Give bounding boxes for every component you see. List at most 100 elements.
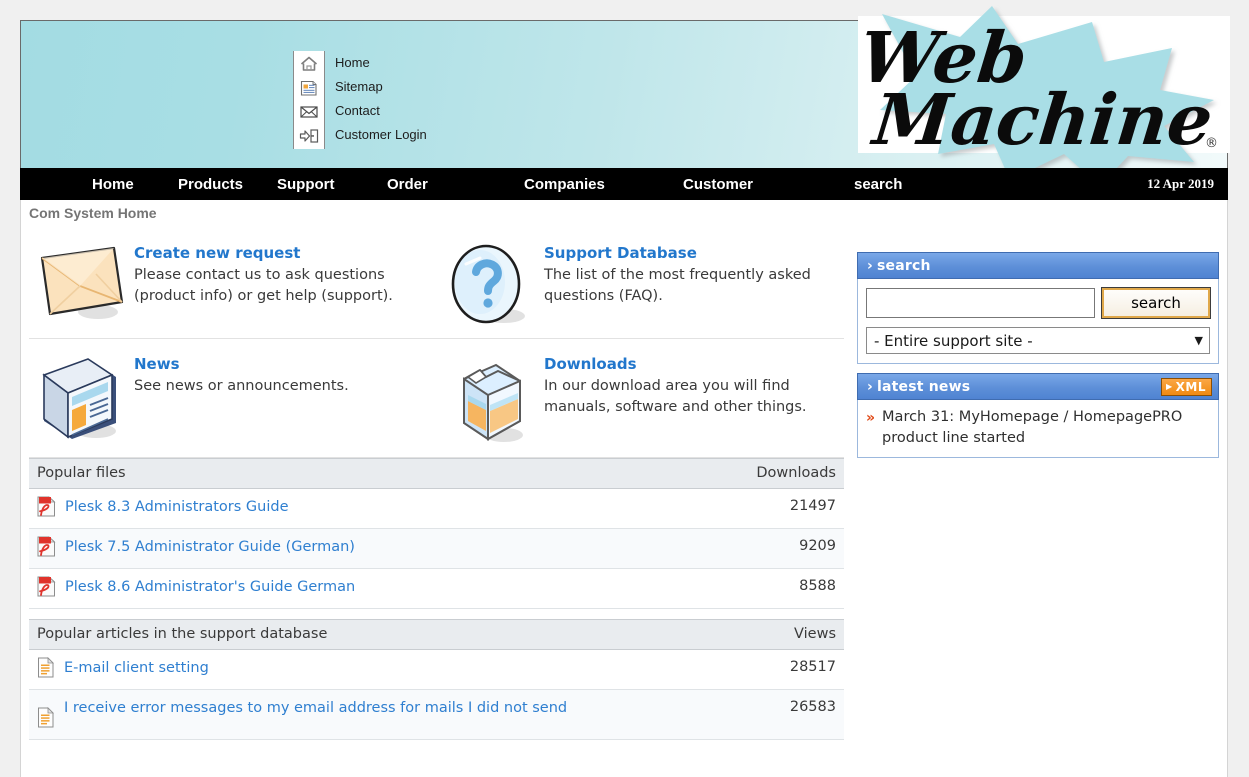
search-button[interactable]: search <box>1101 287 1211 319</box>
main-content-column: Create new request Please contact us to … <box>29 228 844 740</box>
article-link[interactable]: E-mail client setting <box>64 656 209 679</box>
article-link[interactable]: I receive error messages to my email add… <box>64 696 567 719</box>
home-icon[interactable] <box>298 53 320 75</box>
search-panel-title: › search <box>867 257 931 274</box>
package-box-large-icon <box>439 353 544 447</box>
col-popular-files: Popular files <box>29 458 724 489</box>
xml-feed-badge[interactable]: ▶ XML <box>1161 377 1212 396</box>
tile-desc-downloads: In our download area you will find manua… <box>544 378 807 415</box>
article-cell: E-mail client setting <box>29 649 724 690</box>
newspaper-large-icon <box>29 353 134 447</box>
file-link[interactable]: Plesk 7.5 Administrator Guide (German) <box>65 535 355 558</box>
quick-links-block: Home Sitemap Contact Customer Login <box>293 51 427 149</box>
nav-products[interactable]: Products <box>178 176 243 193</box>
svg-text:Web: Web <box>856 16 1031 99</box>
site-logo[interactable]: Web Machine ® <box>842 4 1232 186</box>
feature-tile-row-2: News See news or announcements. Download… <box>29 339 844 458</box>
download-count: 21497 <box>724 488 844 529</box>
page-root: Home Sitemap Contact Customer Login Web … <box>0 0 1249 777</box>
col-views: Views <box>724 619 844 650</box>
chevron-down-icon: ▼ <box>1194 334 1203 347</box>
latest-news-panel: › latest news ▶ XML » March 31: MyHomepag… <box>857 373 1219 458</box>
nav-home[interactable]: Home <box>92 176 134 193</box>
tile-desc-news: See news or announcements. <box>134 378 349 394</box>
current-date: 12 Apr 2019 <box>1147 176 1214 191</box>
envelope-large-icon <box>29 242 134 328</box>
table-row[interactable]: E-mail client setting 28517 <box>29 649 844 690</box>
tile-title-news[interactable]: News <box>134 354 349 374</box>
file-link[interactable]: Plesk 8.3 Administrators Guide <box>65 495 289 518</box>
question-mark-large-icon <box>439 242 544 328</box>
search-panel-body: search - Entire support site - ▼ <box>857 279 1219 364</box>
nav-customer[interactable]: Customer <box>683 176 753 193</box>
file-cell: Plesk 8.3 Administrators Guide <box>29 488 724 529</box>
download-count: 9209 <box>724 528 844 569</box>
pdf-icon <box>37 536 56 561</box>
tile-desc-create-new-request: Please contact us to ask questions (prod… <box>134 267 393 304</box>
pdf-icon <box>37 496 56 521</box>
popular-articles-table: Popular articles in the support database… <box>29 619 844 740</box>
double-chevron-icon: » <box>866 410 876 426</box>
search-scope-select[interactable]: - Entire support site - ▼ <box>866 327 1210 354</box>
nav-order[interactable]: Order <box>387 176 428 193</box>
popular-files-table: Popular files Downloads Plesk 8.3 Admini… <box>29 458 844 609</box>
main-navigation: Home Products Support Order Companies Cu… <box>20 168 1228 200</box>
tile-news[interactable]: News See news or announcements. <box>29 339 439 457</box>
table-header-row: Popular articles in the support database… <box>29 619 844 650</box>
col-downloads: Downloads <box>724 458 844 489</box>
site-header: Home Sitemap Contact Customer Login Web … <box>20 6 1230 186</box>
tile-support-database[interactable]: Support Database The list of the most fr… <box>439 228 844 338</box>
table-row[interactable]: Plesk 8.3 Administrators Guide 21497 <box>29 488 844 529</box>
quick-links-labels: Home Sitemap Contact Customer Login <box>325 51 427 149</box>
tile-title-downloads[interactable]: Downloads <box>544 354 834 374</box>
latest-news-panel-body: » March 31: MyHomepage / HomepagePRO pro… <box>857 400 1219 458</box>
tile-body: News See news or announcements. <box>134 353 349 447</box>
tile-downloads[interactable]: Downloads In our download area you will … <box>439 339 844 457</box>
quick-link-contact[interactable]: Contact <box>335 99 427 123</box>
quick-link-sitemap[interactable]: Sitemap <box>335 75 427 99</box>
latest-news-panel-title: › latest news <box>867 378 971 395</box>
document-icon <box>37 657 55 682</box>
tile-create-new-request[interactable]: Create new request Please contact us to … <box>29 228 439 338</box>
tile-title-support-database[interactable]: Support Database <box>544 243 834 263</box>
table-header-row: Popular files Downloads <box>29 458 844 489</box>
table-row[interactable]: Plesk 8.6 Administrator's Guide German 8… <box>29 568 844 609</box>
tile-body: Downloads In our download area you will … <box>544 353 834 447</box>
quick-link-customer-login[interactable]: Customer Login <box>335 123 427 147</box>
article-cell: I receive error messages to my email add… <box>29 689 724 740</box>
document-icon <box>37 707 55 732</box>
table-row[interactable]: I receive error messages to my email add… <box>29 689 844 740</box>
play-arrow-icon: ▶ <box>1166 381 1173 391</box>
table-row[interactable]: Plesk 7.5 Administrator Guide (German) 9… <box>29 528 844 569</box>
latest-news-panel-header: › latest news ▶ XML <box>857 373 1219 400</box>
xml-label: XML <box>1175 379 1206 394</box>
download-count: 8588 <box>724 568 844 609</box>
file-link[interactable]: Plesk 8.6 Administrator's Guide German <box>65 575 355 598</box>
news-item-text[interactable]: March 31: MyHomepage / HomepagePRO produ… <box>882 407 1210 449</box>
news-item[interactable]: » March 31: MyHomepage / HomepagePRO pro… <box>866 407 1210 449</box>
envelope-icon[interactable] <box>298 101 320 123</box>
tile-title-create-new-request[interactable]: Create new request <box>134 243 424 263</box>
svg-text:Machine: Machine <box>868 78 1217 161</box>
table-gap <box>29 609 844 619</box>
quick-link-home[interactable]: Home <box>335 51 427 75</box>
nav-companies[interactable]: Companies <box>524 176 605 193</box>
login-icon[interactable] <box>298 125 320 147</box>
page-title: Com System Home <box>29 205 157 221</box>
tile-body: Create new request Please contact us to … <box>134 242 424 328</box>
search-panel-header: › search <box>857 252 1219 279</box>
pdf-icon <box>37 576 56 601</box>
quick-links-icon-strip <box>293 51 325 149</box>
page-body: Create new request Please contact us to … <box>20 228 1228 777</box>
sitemap-icon[interactable] <box>298 77 320 99</box>
nav-support[interactable]: Support <box>277 176 335 193</box>
breadcrumb-bar: Com System Home <box>20 200 1228 228</box>
tile-body: Support Database The list of the most fr… <box>544 242 834 328</box>
svg-text:®: ® <box>1205 136 1218 151</box>
sidebar-column: › search search - Entire support site - ▼ <box>857 252 1219 458</box>
chevron-right-icon: › <box>867 378 873 395</box>
view-count: 28517 <box>724 649 844 690</box>
file-cell: Plesk 7.5 Administrator Guide (German) <box>29 528 724 569</box>
search-input[interactable] <box>866 288 1095 318</box>
nav-search[interactable]: search <box>854 176 902 193</box>
